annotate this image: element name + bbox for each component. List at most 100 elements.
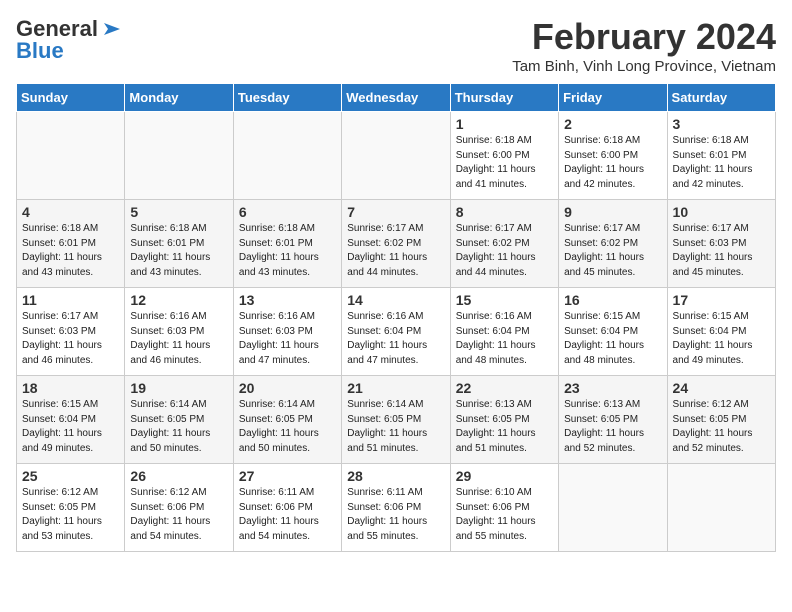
- week-row-3: 11 Sunrise: 6:17 AM Sunset: 6:03 PM Dayli…: [17, 288, 776, 376]
- day-info: Sunrise: 6:17 AM Sunset: 6:02 PM Dayligh…: [456, 222, 553, 280]
- day-number: 10: [673, 204, 770, 220]
- col-header-wednesday: Wednesday: [342, 84, 450, 112]
- day-info: Sunrise: 6:12 AM Sunset: 6:06 PM Dayligh…: [130, 486, 227, 544]
- day-info: Sunrise: 6:16 AM Sunset: 6:04 PM Dayligh…: [456, 310, 553, 368]
- calendar-cell: 6 Sunrise: 6:18 AM Sunset: 6:01 PM Daylig…: [233, 200, 341, 288]
- day-info: Sunrise: 6:14 AM Sunset: 6:05 PM Dayligh…: [130, 398, 227, 456]
- calendar-cell: 20Sunrise: 6:14 AM Sunset: 6:05 PM Dayli…: [233, 376, 341, 464]
- calendar-cell: 13 Sunrise: 6:16 AM Sunset: 6:03 PM Dayli…: [233, 288, 341, 376]
- calendar-cell: 14 Sunrise: 6:16 AM Sunset: 6:04 PM Dayli…: [342, 288, 450, 376]
- day-number: 21: [347, 380, 444, 396]
- calendar-cell: [125, 112, 233, 200]
- day-info: Sunrise: 6:12 AM Sunset: 6:05 PM Dayligh…: [22, 486, 119, 544]
- day-number: 26: [130, 468, 227, 484]
- calendar-table: SundayMondayTuesdayWednesdayThursdayFrid…: [16, 83, 776, 552]
- logo: General Blue: [16, 16, 124, 64]
- day-info: Sunrise: 6:16 AM Sunset: 6:03 PM Dayligh…: [239, 310, 336, 368]
- day-info: Sunrise: 6:17 AM Sunset: 6:03 PM Dayligh…: [673, 222, 770, 280]
- day-info: Sunrise: 6:16 AM Sunset: 6:03 PM Dayligh…: [130, 310, 227, 368]
- calendar-cell: 25 Sunrise: 6:12 AM Sunset: 6:05 PM Dayli…: [17, 464, 125, 552]
- day-number: 25: [22, 468, 119, 484]
- col-header-tuesday: Tuesday: [233, 84, 341, 112]
- header: General Blue February 2024 Tam Binh, Vin…: [16, 16, 776, 75]
- calendar-cell: 5 Sunrise: 6:18 AM Sunset: 6:01 PM Daylig…: [125, 200, 233, 288]
- day-number: 12: [130, 292, 227, 308]
- calendar-cell: 9 Sunrise: 6:17 AM Sunset: 6:02 PM Daylig…: [559, 200, 667, 288]
- day-number: 8: [456, 204, 553, 220]
- calendar-cell: 24Sunrise: 6:12 AM Sunset: 6:05 PM Dayli…: [667, 376, 775, 464]
- calendar-cell: 27Sunrise: 6:11 AM Sunset: 6:06 PM Dayli…: [233, 464, 341, 552]
- day-info: Sunrise: 6:11 AM Sunset: 6:06 PM Dayligh…: [239, 486, 336, 544]
- day-info: Sunrise: 6:15 AM Sunset: 6:04 PM Dayligh…: [22, 398, 119, 456]
- calendar-cell: 26 Sunrise: 6:12 AM Sunset: 6:06 PM Dayli…: [125, 464, 233, 552]
- calendar-cell: 28Sunrise: 6:11 AM Sunset: 6:06 PM Dayli…: [342, 464, 450, 552]
- day-info: Sunrise: 6:11 AM Sunset: 6:06 PM Dayligh…: [347, 486, 444, 544]
- calendar-cell: [667, 464, 775, 552]
- calendar-cell: 7Sunrise: 6:17 AM Sunset: 6:02 PM Daylig…: [342, 200, 450, 288]
- day-number: 16: [564, 292, 661, 308]
- day-info: Sunrise: 6:17 AM Sunset: 6:03 PM Dayligh…: [22, 310, 119, 368]
- calendar-cell: 2 Sunrise: 6:18 AM Sunset: 6:00 PM Daylig…: [559, 112, 667, 200]
- logo-bird-icon: [100, 19, 124, 39]
- title-area: February 2024 Tam Binh, Vinh Long Provin…: [512, 16, 776, 75]
- day-number: 9: [564, 204, 661, 220]
- calendar-cell: 15Sunrise: 6:16 AM Sunset: 6:04 PM Dayli…: [450, 288, 558, 376]
- day-info: Sunrise: 6:15 AM Sunset: 6:04 PM Dayligh…: [673, 310, 770, 368]
- week-row-5: 25 Sunrise: 6:12 AM Sunset: 6:05 PM Dayli…: [17, 464, 776, 552]
- calendar-cell: 4Sunrise: 6:18 AM Sunset: 6:01 PM Daylig…: [17, 200, 125, 288]
- day-info: Sunrise: 6:17 AM Sunset: 6:02 PM Dayligh…: [564, 222, 661, 280]
- day-info: Sunrise: 6:13 AM Sunset: 6:05 PM Dayligh…: [456, 398, 553, 456]
- logo-blue: Blue: [16, 38, 64, 64]
- week-row-4: 18Sunrise: 6:15 AM Sunset: 6:04 PM Dayli…: [17, 376, 776, 464]
- day-number: 7: [347, 204, 444, 220]
- col-header-thursday: Thursday: [450, 84, 558, 112]
- calendar-cell: 10 Sunrise: 6:17 AM Sunset: 6:03 PM Dayli…: [667, 200, 775, 288]
- calendar-cell: [233, 112, 341, 200]
- calendar-subtitle: Tam Binh, Vinh Long Province, Vietnam: [512, 58, 776, 75]
- col-header-friday: Friday: [559, 84, 667, 112]
- day-info: Sunrise: 6:14 AM Sunset: 6:05 PM Dayligh…: [347, 398, 444, 456]
- day-info: Sunrise: 6:10 AM Sunset: 6:06 PM Dayligh…: [456, 486, 553, 544]
- calendar-cell: [342, 112, 450, 200]
- calendar-cell: 21 Sunrise: 6:14 AM Sunset: 6:05 PM Dayli…: [342, 376, 450, 464]
- calendar-cell: 22Sunrise: 6:13 AM Sunset: 6:05 PM Dayli…: [450, 376, 558, 464]
- calendar-cell: 16Sunrise: 6:15 AM Sunset: 6:04 PM Dayli…: [559, 288, 667, 376]
- day-number: 3: [673, 116, 770, 132]
- day-number: 20: [239, 380, 336, 396]
- day-number: 19: [130, 380, 227, 396]
- day-number: 23: [564, 380, 661, 396]
- calendar-cell: 23 Sunrise: 6:13 AM Sunset: 6:05 PM Dayli…: [559, 376, 667, 464]
- day-info: Sunrise: 6:13 AM Sunset: 6:05 PM Dayligh…: [564, 398, 661, 456]
- day-number: 2: [564, 116, 661, 132]
- day-info: Sunrise: 6:12 AM Sunset: 6:05 PM Dayligh…: [673, 398, 770, 456]
- calendar-cell: 18Sunrise: 6:15 AM Sunset: 6:04 PM Dayli…: [17, 376, 125, 464]
- calendar-cell: 11 Sunrise: 6:17 AM Sunset: 6:03 PM Dayli…: [17, 288, 125, 376]
- day-number: 11: [22, 292, 119, 308]
- week-row-2: 4 Sunrise: 6:18 AM Sunset: 6:01 PM Daylig…: [17, 200, 776, 288]
- col-header-sunday: Sunday: [17, 84, 125, 112]
- day-info: Sunrise: 6:18 AM Sunset: 6:01 PM Dayligh…: [130, 222, 227, 280]
- day-info: Sunrise: 6:18 AM Sunset: 6:00 PM Dayligh…: [564, 134, 661, 192]
- day-number: 5: [130, 204, 227, 220]
- calendar-cell: 8 Sunrise: 6:17 AM Sunset: 6:02 PM Daylig…: [450, 200, 558, 288]
- day-number: 17: [673, 292, 770, 308]
- col-header-saturday: Saturday: [667, 84, 775, 112]
- calendar-cell: 1Sunrise: 6:18 AM Sunset: 6:00 PM Daylig…: [450, 112, 558, 200]
- day-info: Sunrise: 6:18 AM Sunset: 6:00 PM Dayligh…: [456, 134, 553, 192]
- calendar-cell: 12 Sunrise: 6:16 AM Sunset: 6:03 PM Dayli…: [125, 288, 233, 376]
- day-number: 29: [456, 468, 553, 484]
- day-number: 6: [239, 204, 336, 220]
- header-row: SundayMondayTuesdayWednesdayThursdayFrid…: [17, 84, 776, 112]
- calendar-cell: 29 Sunrise: 6:10 AM Sunset: 6:06 PM Dayli…: [450, 464, 558, 552]
- day-number: 4: [22, 204, 119, 220]
- calendar-cell: 19 Sunrise: 6:14 AM Sunset: 6:05 PM Dayli…: [125, 376, 233, 464]
- day-info: Sunrise: 6:18 AM Sunset: 6:01 PM Dayligh…: [239, 222, 336, 280]
- calendar-title: February 2024: [512, 16, 776, 58]
- calendar-cell: 17 Sunrise: 6:15 AM Sunset: 6:04 PM Dayli…: [667, 288, 775, 376]
- day-info: Sunrise: 6:16 AM Sunset: 6:04 PM Dayligh…: [347, 310, 444, 368]
- calendar-cell: [559, 464, 667, 552]
- day-number: 14: [347, 292, 444, 308]
- calendar-cell: 3Sunrise: 6:18 AM Sunset: 6:01 PM Daylig…: [667, 112, 775, 200]
- col-header-monday: Monday: [125, 84, 233, 112]
- day-number: 13: [239, 292, 336, 308]
